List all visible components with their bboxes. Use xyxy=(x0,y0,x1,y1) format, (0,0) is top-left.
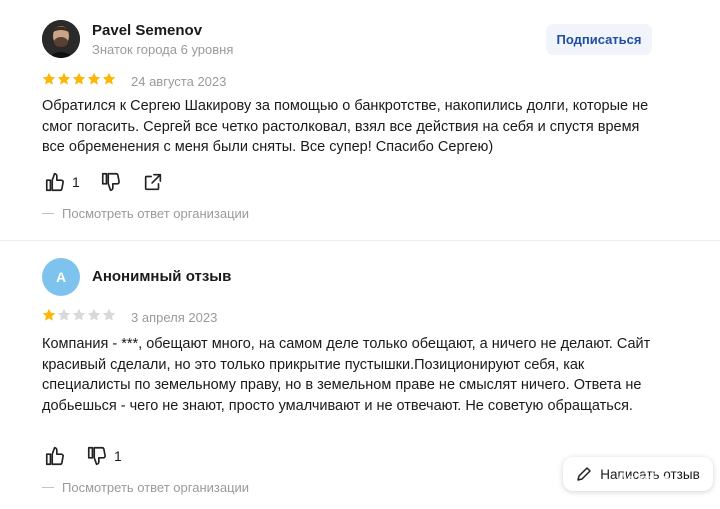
pencil-icon xyxy=(577,467,591,481)
dash-divider xyxy=(42,487,54,488)
star-empty-icon xyxy=(72,308,86,321)
star-empty-icon xyxy=(87,308,101,321)
star-empty-icon xyxy=(57,308,71,321)
review-text: Обратился к Сергею Шакирову за помощью о… xyxy=(42,98,649,155)
avatar[interactable] xyxy=(42,20,80,58)
org-reply-label: Посмотреть ответ организации xyxy=(62,206,250,221)
share-icon xyxy=(144,173,161,191)
star-filled-icon xyxy=(72,72,86,85)
thumbs-down-icon xyxy=(87,446,106,466)
rating-stars xyxy=(42,308,116,322)
share-button[interactable] xyxy=(142,171,164,193)
thumbs-up-icon xyxy=(45,172,64,192)
author-name: Анонимный отзыв xyxy=(92,268,232,285)
like-count: 1 xyxy=(72,174,80,190)
org-reply-link[interactable]: Посмотреть ответ организации xyxy=(42,206,249,221)
dislike-count: 1 xyxy=(114,448,122,464)
like-button[interactable] xyxy=(44,445,66,467)
star-filled-icon xyxy=(42,308,56,321)
review-text: Компания - ***, обещают много, на самом … xyxy=(42,336,651,414)
avatar-photo xyxy=(42,20,80,58)
dislike-button[interactable]: 1 xyxy=(86,445,122,467)
like-button[interactable]: 1 xyxy=(44,171,80,193)
avatar-letter: А xyxy=(55,269,67,285)
thumbs-down-icon xyxy=(101,172,120,192)
review-date: 3 апреля 2023 xyxy=(131,310,218,325)
review-divider xyxy=(0,240,720,241)
star-filled-icon xyxy=(87,72,101,85)
dash-divider xyxy=(42,213,54,214)
star-filled-icon xyxy=(57,72,71,85)
subscribe-button[interactable]: Подписаться xyxy=(546,24,652,55)
thumbs-up-icon xyxy=(45,446,64,466)
review-actions: 1 xyxy=(44,445,142,467)
star-empty-icon xyxy=(102,308,116,321)
org-reply-link[interactable]: Посмотреть ответ организации xyxy=(42,480,249,495)
star-filled-icon xyxy=(102,72,116,85)
rating-stars xyxy=(42,72,116,86)
dislike-button[interactable] xyxy=(100,171,122,193)
author-name[interactable]: Pavel Semenov xyxy=(92,22,202,39)
star-filled-icon xyxy=(42,72,56,85)
review-actions: 1 xyxy=(44,171,184,193)
author-level: Знаток города 6 уровня xyxy=(92,42,234,57)
org-reply-label: Посмотреть ответ организации xyxy=(62,480,250,495)
review-card: Pavel Semenov Знаток города 6 уровня Под… xyxy=(0,0,720,240)
avatar: А xyxy=(42,258,80,296)
avito-watermark: Avito xyxy=(614,468,671,495)
review-date: 24 августа 2023 xyxy=(131,74,227,89)
